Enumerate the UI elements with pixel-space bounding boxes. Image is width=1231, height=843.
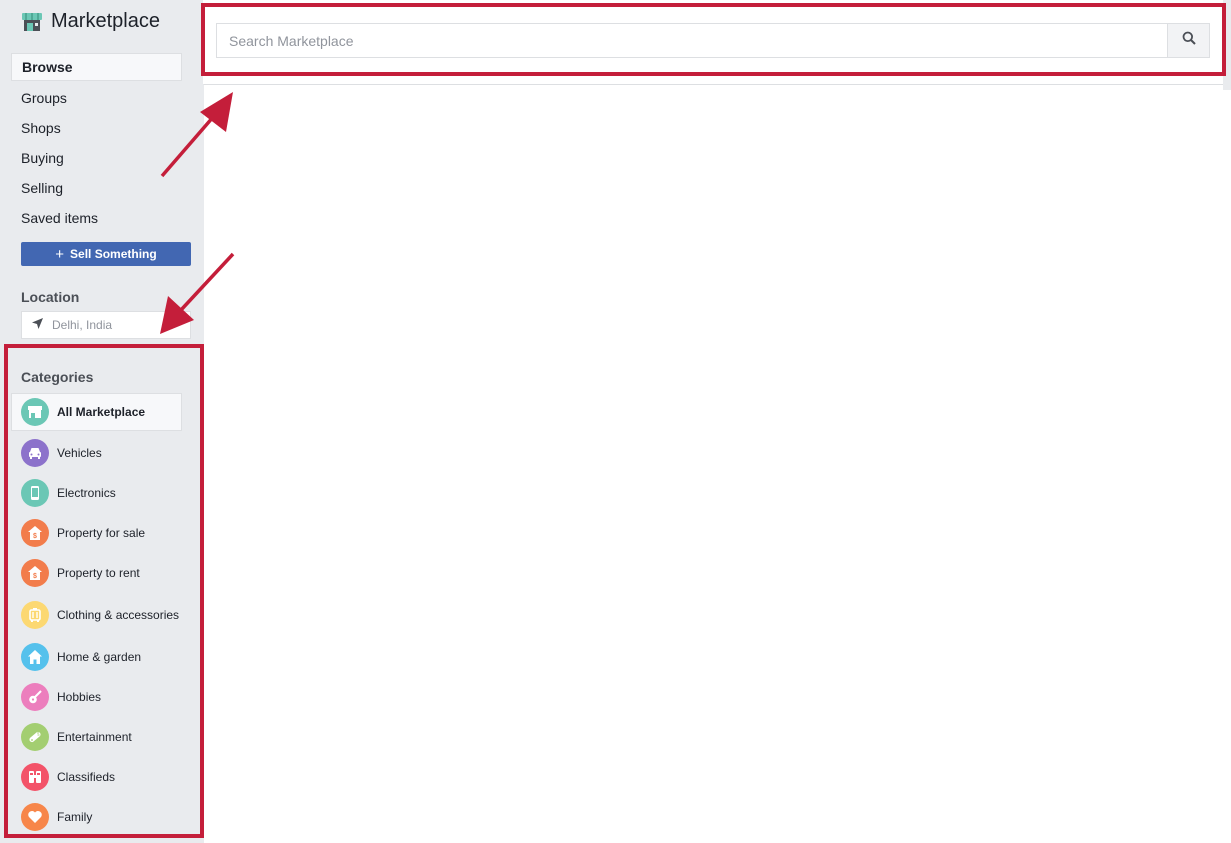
- sidebar-item-buying[interactable]: Buying: [11, 143, 182, 173]
- sidebar-nav: Browse Groups Shops Buying Selling Saved…: [11, 53, 182, 233]
- search-icon: [1182, 31, 1196, 50]
- sidebar-item-groups[interactable]: Groups: [11, 83, 182, 113]
- sidebar-item-shops[interactable]: Shops: [11, 113, 182, 143]
- storefront-icon: [22, 12, 42, 31]
- main-content-panel: [203, 84, 1223, 843]
- sell-something-label: Sell Something: [70, 247, 157, 261]
- location-field[interactable]: Delhi, India: [21, 311, 191, 339]
- location-arrow-icon: [32, 318, 43, 332]
- categories-highlight-box: [4, 344, 204, 838]
- brand[interactable]: Marketplace: [22, 10, 160, 33]
- sell-something-button[interactable]: + Sell Something: [21, 242, 191, 266]
- location-value: Delhi, India: [52, 318, 113, 332]
- sidebar-item-saved-items[interactable]: Saved items: [11, 203, 182, 233]
- plus-icon: +: [55, 245, 65, 263]
- search-button[interactable]: [1167, 23, 1210, 58]
- app-title: Marketplace: [51, 10, 160, 32]
- search-input[interactable]: [216, 23, 1168, 58]
- right-gutter-lower: [1223, 90, 1231, 843]
- location-label: Location: [21, 289, 80, 305]
- sidebar-item-selling[interactable]: Selling: [11, 173, 182, 203]
- search-bar-highlight: [201, 3, 1226, 76]
- sidebar-item-browse[interactable]: Browse: [11, 53, 182, 81]
